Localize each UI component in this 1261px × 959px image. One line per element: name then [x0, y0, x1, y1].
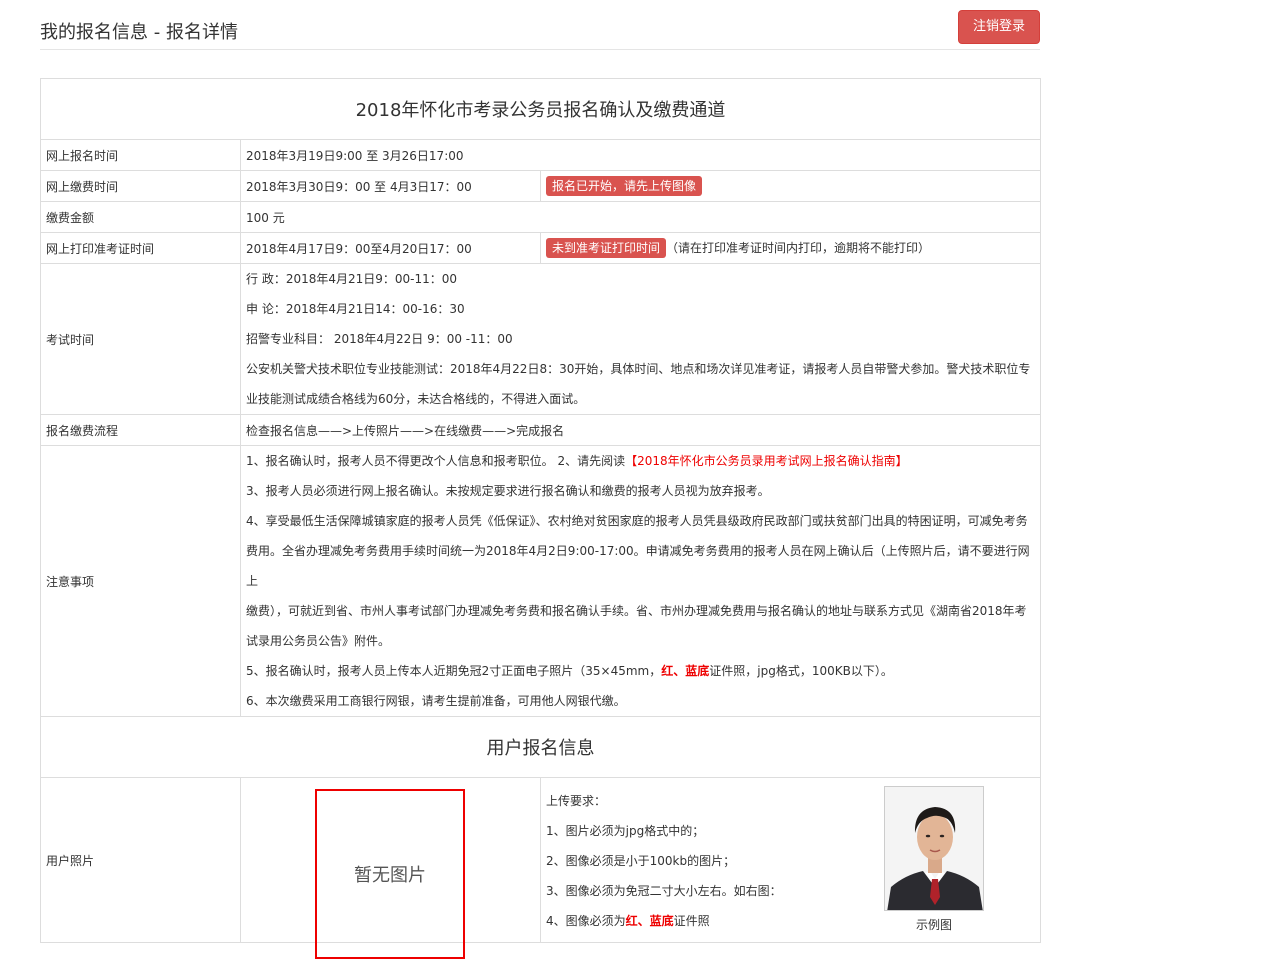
photo-placeholder[interactable]: 暂无图片: [315, 789, 465, 959]
notice-line-5: 5、报名确认时，报考人员上传本人近期免冠2寸正面电子照片（35×45mm，红、蓝…: [246, 656, 1035, 686]
notice-line-4: 缴费），可就近到省、市州人事考试部门办理减免考务费和报名确认手续。省、市州办理减…: [246, 604, 1027, 618]
notice-line-1: 1、报名确认时，报考人员不得更改个人信息和报考职位。 2、请先阅读【2018年怀…: [246, 446, 1035, 476]
exam-line: 行 政：2018年4月21日9：00-11：00: [246, 272, 458, 286]
guide-link[interactable]: 【2018年怀化市公务员录用考试网上报名确认指南】: [625, 454, 908, 468]
print-time-label: 网上打印准考证时间: [40, 232, 241, 264]
pay-status-badge: 报名已开始，请先上传图像: [546, 176, 703, 196]
notice-line-3: 3、报考人员必须进行网上报名确认。未按规定要求进行报名确认和缴费的报考人员视为放…: [246, 484, 770, 498]
pay-time-label: 网上缴费时间: [40, 170, 241, 202]
page-title: 我的报名信息 - 报名详情: [40, 22, 238, 43]
notice-value: 1、报名确认时，报考人员不得更改个人信息和报考职位。 2、请先阅读【2018年怀…: [240, 445, 1041, 717]
exam-line: 公安机关警犬技术职位专业技能测试：2018年4月22日8：30开始，具体时间、地…: [246, 362, 1031, 376]
req-line: 3、图像必须为免冠二寸大小左右。如右图：: [546, 884, 782, 898]
exam-line: 业技能测试成绩合格线为60分，未达合格线的，不得进入面试。: [246, 392, 586, 406]
photo-label: 用户照片: [40, 777, 241, 943]
sample-photo: [884, 786, 984, 911]
upload-requirements-cell: 上传要求： 1、图片必须为jpg格式中的； 2、图像必须是小于100kb的图片；…: [540, 777, 1041, 943]
reg-time-label: 网上报名时间: [40, 139, 241, 171]
print-status-badge: 未到准考证打印时间: [546, 238, 667, 258]
sample-caption: 示例图: [915, 918, 952, 932]
exam-line: 招警专业科目： 2018年4月22日 9：00 -11：00: [246, 332, 513, 346]
req-title: 上传要求：: [546, 794, 607, 808]
print-time-value: 2018年4月17日9：00至4月20日17：00: [240, 232, 541, 264]
user-section-title: 用户报名信息: [40, 716, 1041, 778]
page-header: 我的报名信息 - 报名详情 注销登录: [40, 0, 1040, 50]
exam-time-label: 考试时间: [40, 263, 241, 415]
logout-button[interactable]: 注销登录: [958, 10, 1040, 44]
registration-info-table: 2018年怀化市考录公务员报名确认及缴费通道 网上报名时间 2018年3月19日…: [40, 78, 1041, 959]
notice-line-6: 6、本次缴费采用工商银行网银，请考生提前准备，可用他人网银代缴。: [246, 694, 626, 708]
notice-label: 注意事项: [40, 445, 241, 717]
print-status-cell: 未到准考证打印时间 （请在打印准考证时间内打印，逾期将不能打印）: [540, 232, 1041, 264]
reg-time-value: 2018年3月19日9:00 至 3月26日17:00: [240, 139, 1041, 171]
req-text: 证件照: [673, 914, 710, 928]
req-line: 1、图片必须为jpg格式中的；: [546, 824, 705, 838]
photo-cell: 暂无图片: [240, 777, 541, 959]
req-highlight: 红、蓝底: [625, 914, 674, 928]
print-note: （请在打印准考证时间内打印，逾期将不能打印）: [666, 241, 931, 255]
amount-value: 100 元: [240, 201, 1041, 233]
notice-text: 5、报名确认时，报考人员上传本人近期免冠2寸正面电子照片（35×45mm，: [246, 664, 662, 678]
exam-line: 申 论：2018年4月21日14：00-16：30: [246, 302, 465, 316]
flow-label: 报名缴费流程: [40, 414, 241, 446]
upload-requirements: 上传要求： 1、图片必须为jpg格式中的； 2、图像必须是小于100kb的图片；…: [546, 786, 782, 936]
sample-person-image: [885, 787, 983, 910]
flow-value: 检查报名信息——>上传照片——>在线缴费——>完成报名: [240, 414, 1041, 446]
exam-time-value: 行 政：2018年4月21日9：00-11：00 申 论：2018年4月21日1…: [240, 263, 1041, 415]
amount-label: 缴费金额: [40, 201, 241, 233]
notice-highlight: 红、蓝底: [661, 664, 710, 678]
notice-text: 证件照，jpg格式，100KB以下）。: [709, 664, 893, 678]
req-text: 4、图像必须为: [546, 914, 626, 928]
pay-time-value: 2018年3月30日9：00 至 4月3日17：00: [240, 170, 541, 202]
req-line: 4、图像必须为红、蓝底证件照: [546, 906, 782, 936]
notice-line-4: 4、享受最低生活保障城镇家庭的报考人员凭《低保证》、农村绝对贫困家庭的报考人员凭…: [246, 514, 1028, 528]
notice-line-4: 费用。全省办理减免考务费用手续时间统一为2018年4月2日9:00-17:00。…: [246, 544, 1030, 588]
pay-status-cell: 报名已开始，请先上传图像: [540, 170, 1041, 202]
req-line: 2、图像必须是小于100kb的图片；: [546, 854, 736, 868]
notice-text: 1、报名确认时，报考人员不得更改个人信息和报考职位。 2、请先阅读: [246, 454, 626, 468]
table-title: 2018年怀化市考录公务员报名确认及缴费通道: [40, 78, 1041, 140]
notice-line-4: 试录用公务员公告》附件。: [246, 634, 391, 648]
